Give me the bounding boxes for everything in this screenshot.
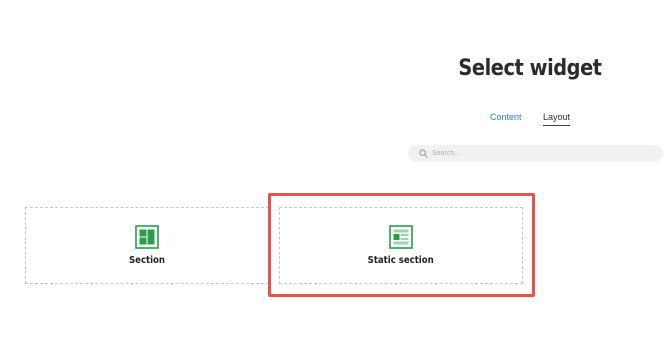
page-title: Select widget [458, 56, 602, 81]
tab-layout[interactable]: Layout [543, 112, 571, 126]
widget-card-section[interactable]: Section [25, 207, 269, 284]
widget-tabs: Content Layout [0, 112, 670, 132]
search-bar[interactable] [408, 145, 663, 162]
widget-card-static-section[interactable]: Static section [279, 207, 523, 284]
search-input[interactable] [432, 146, 652, 161]
tab-content[interactable]: Content [490, 112, 522, 122]
section-icon [135, 225, 159, 249]
search-icon [417, 148, 429, 160]
widget-label-static-section: Static section [367, 255, 435, 266]
widget-label-section: Section [128, 255, 165, 266]
static-section-icon [389, 225, 413, 249]
